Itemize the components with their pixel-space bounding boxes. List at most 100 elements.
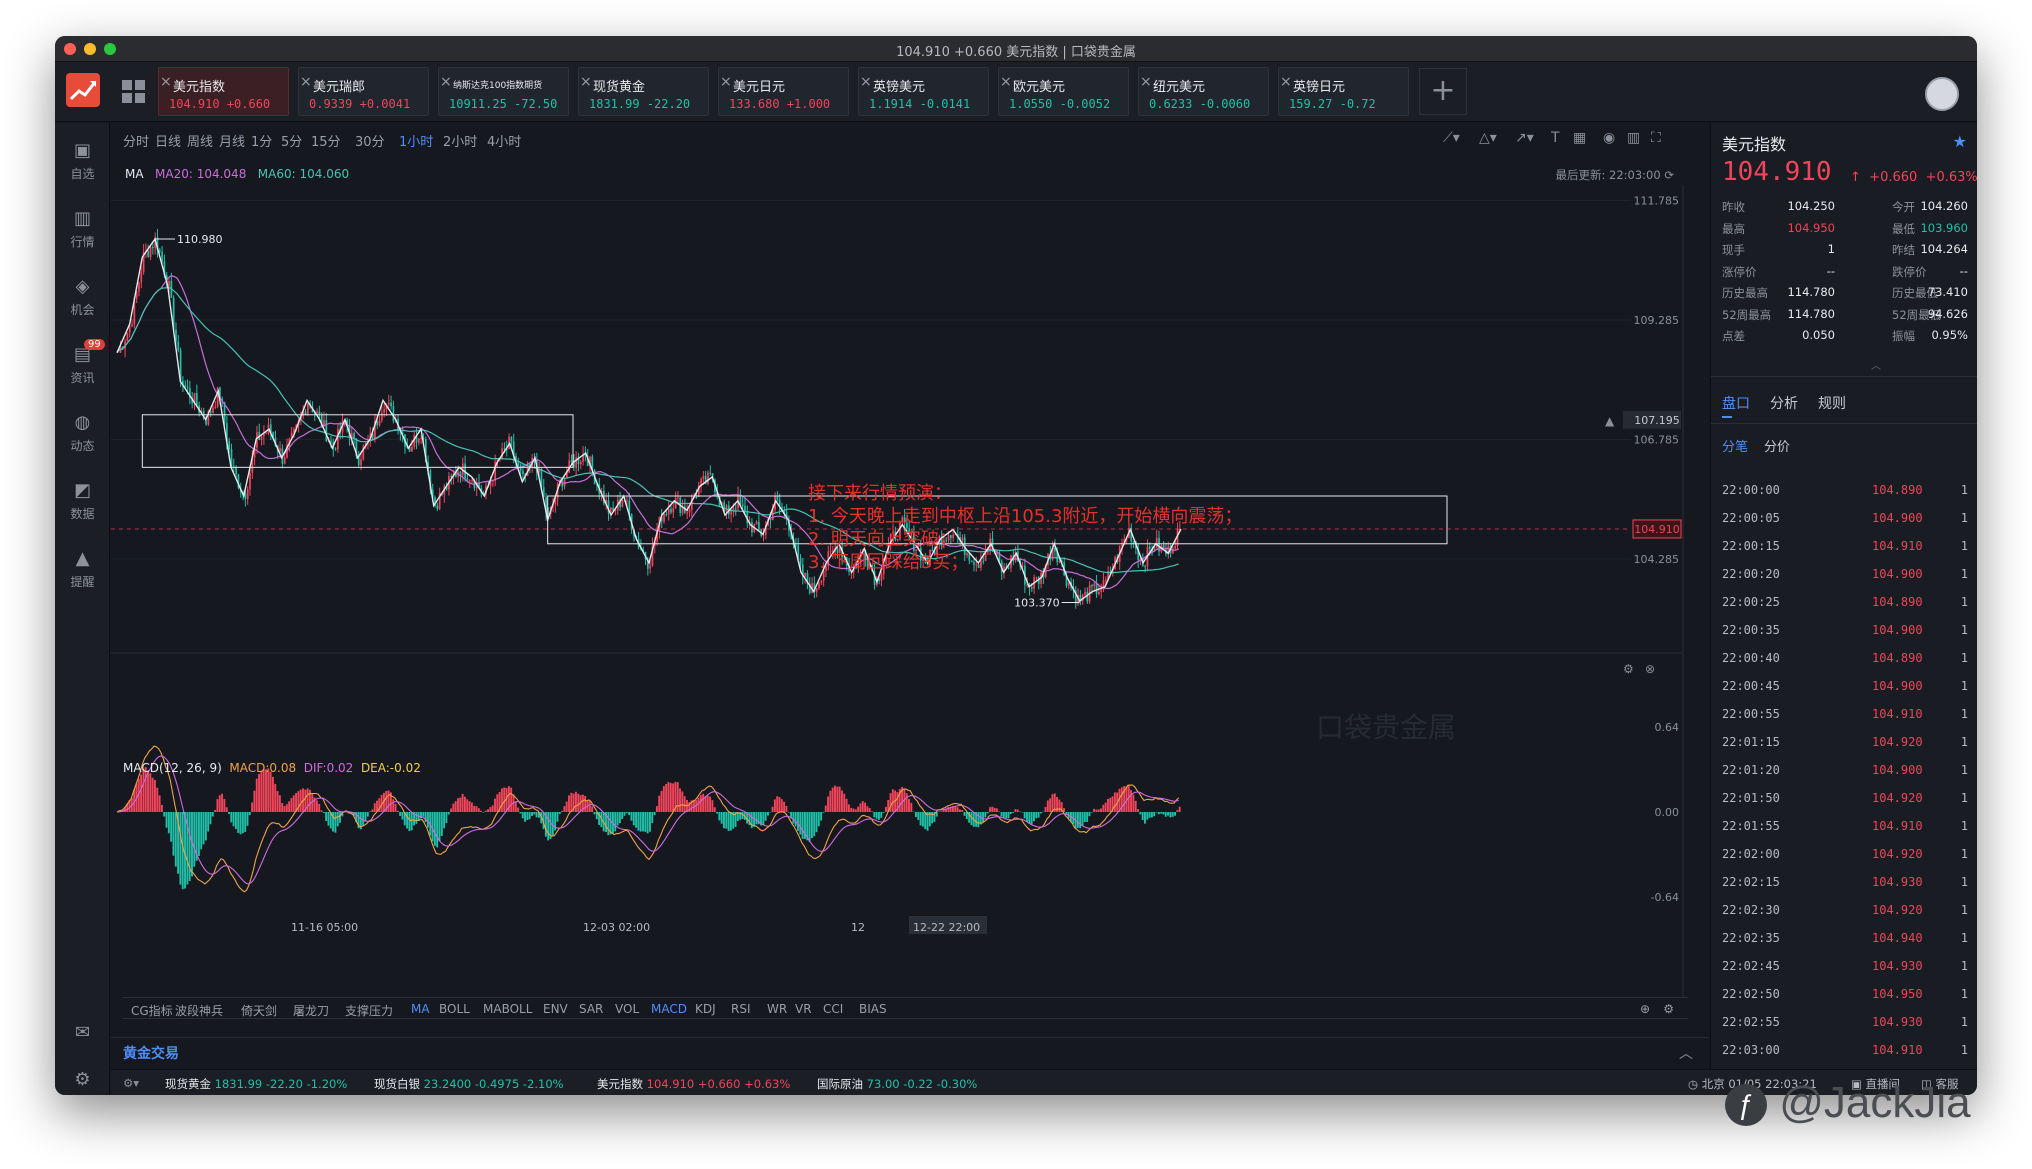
indicator-tab[interactable]: MABOLL bbox=[483, 1002, 532, 1016]
period-tab[interactable]: 1分 bbox=[251, 131, 272, 150]
line-tool-icon[interactable]: ⟋▾ bbox=[1443, 130, 1460, 146]
symbol-tab[interactable]: × 纽元美元 0.6233 -0.0060 bbox=[1138, 67, 1269, 116]
symbol-tab[interactable]: × 英镑日元 159.27 -0.72 bbox=[1278, 67, 1409, 116]
sidebar-item-0[interactable]: ▣ 自选 bbox=[55, 141, 110, 182]
sidebar-label: 提醒 bbox=[70, 575, 95, 589]
tab-quote: 159.27 -0.72 bbox=[1289, 97, 1376, 111]
active-tab-indicator bbox=[1722, 416, 1732, 418]
collapse-icon[interactable]: ︿ bbox=[1679, 1043, 1693, 1063]
close-tab-icon[interactable]: × bbox=[580, 74, 592, 90]
ticker-item[interactable]: 国际原油 73.00 -0.22 -0.30% bbox=[817, 1076, 977, 1092]
symbol-tab[interactable]: × 英镑美元 1.1914 -0.0141 bbox=[858, 67, 989, 116]
period-tab[interactable]: 日线 bbox=[155, 131, 181, 150]
symbol-tab[interactable]: × 美元瑞郎 0.9339 +0.0041 bbox=[298, 67, 429, 116]
indicator-tab[interactable]: BIAS bbox=[859, 1002, 887, 1016]
sidebar-item-4[interactable]: ◍ 动态 bbox=[55, 413, 110, 454]
period-tab[interactable]: 2小时 bbox=[443, 131, 477, 150]
close-tab-icon[interactable]: × bbox=[160, 74, 172, 90]
gold-trade-bar[interactable]: 黄金交易 ︿ bbox=[111, 1037, 1709, 1063]
sidebar-item-3[interactable]: ▤ 资讯 99 bbox=[55, 339, 110, 386]
macd-bar bbox=[517, 807, 520, 812]
close-tab-icon[interactable]: × bbox=[1140, 74, 1152, 90]
close-tab-icon[interactable]: × bbox=[300, 74, 312, 90]
sidebar-item-1[interactable]: ▥ 行情 bbox=[55, 209, 110, 250]
gold-trade-label[interactable]: 黄金交易 bbox=[123, 1043, 179, 1063]
refresh-icon[interactable]: ⟳ bbox=[1664, 168, 1674, 182]
macd-close-icon[interactable]: ⊗ bbox=[1645, 662, 1655, 676]
favorite-star-icon[interactable]: ★ bbox=[1953, 132, 1967, 151]
close-tab-icon[interactable]: × bbox=[860, 74, 872, 90]
quote-tab[interactable]: 分析 bbox=[1770, 393, 1798, 413]
macd-bar bbox=[665, 783, 668, 812]
grid-menu-icon[interactable] bbox=[122, 80, 146, 104]
quote-tab[interactable]: 规则 bbox=[1818, 393, 1846, 413]
ticker-item[interactable]: 现货黄金 1831.99 -22.20 -1.20% bbox=[165, 1076, 347, 1092]
close-tab-icon[interactable]: × bbox=[1000, 74, 1012, 90]
quote-tab[interactable]: 盘口 bbox=[1722, 393, 1750, 413]
indicator-settings-icon[interactable]: ⚙ bbox=[1663, 1002, 1674, 1016]
period-tab[interactable]: 周线 bbox=[187, 131, 213, 150]
indicator-tab[interactable]: CCI bbox=[823, 1002, 843, 1016]
add-tab-button[interactable]: + bbox=[1419, 68, 1467, 115]
indicator-tab[interactable]: MACD bbox=[651, 1002, 687, 1016]
period-tab[interactable]: 30分 bbox=[355, 131, 385, 150]
period-tab[interactable]: 15分 bbox=[311, 131, 341, 150]
indicator-tab[interactable]: KDJ bbox=[695, 1002, 716, 1016]
fullscreen-icon[interactable]: ⛶ bbox=[1651, 130, 1661, 146]
period-tab[interactable]: 月线 bbox=[219, 131, 245, 150]
sidebar-item-2[interactable]: ◈ 机会 bbox=[55, 277, 110, 318]
indicator-tab[interactable]: SAR bbox=[579, 1002, 603, 1016]
period-tab[interactable]: 分时 bbox=[123, 131, 149, 150]
indicator-tab[interactable]: CG指标 bbox=[131, 1002, 173, 1019]
indicator-tab[interactable]: 支撑压力 bbox=[345, 1002, 393, 1019]
add-indicator-icon[interactable]: ⊕ bbox=[1640, 1002, 1650, 1016]
indicator-tab[interactable]: VOL bbox=[615, 1002, 639, 1016]
tick-subtab[interactable]: 分笔 bbox=[1722, 436, 1748, 455]
sidebar-item-5[interactable]: ◩ 数据 bbox=[55, 481, 110, 522]
indicator-tab[interactable]: WR bbox=[767, 1002, 787, 1016]
indicator-tab[interactable]: ENV bbox=[543, 1002, 568, 1016]
sidebar-item-6[interactable]: ▲ 提醒 bbox=[55, 549, 110, 590]
symbol-tab[interactable]: × 美元指数 104.910 +0.660 bbox=[158, 67, 289, 116]
mail-icon[interactable]: ✉ bbox=[55, 1023, 110, 1047]
period-tab[interactable]: 4小时 bbox=[487, 131, 521, 150]
indicator-tab[interactable]: MA bbox=[411, 1002, 430, 1016]
tab-name: 英镑美元 bbox=[873, 80, 926, 95]
symbol-tab[interactable]: × 美元日元 133.680 +1.000 bbox=[718, 67, 849, 116]
close-tab-icon[interactable]: × bbox=[720, 74, 732, 90]
arrow-tool-icon[interactable]: ↗▾ bbox=[1515, 130, 1534, 146]
text-tool-icon[interactable]: T bbox=[1551, 130, 1560, 146]
settings-icon[interactable]: ⚙ bbox=[55, 1070, 110, 1094]
symbol-tab[interactable]: × 欧元美元 1.0550 -0.0052 bbox=[998, 67, 1129, 116]
symbol-tab[interactable]: × 现货黄金 1831.99 -22.20 bbox=[578, 67, 709, 116]
measure-tool-icon[interactable]: ▦ bbox=[1573, 130, 1586, 146]
ticker-item[interactable]: 美元指数 104.910 +0.660 +0.63% bbox=[597, 1076, 790, 1092]
shape-tool-icon[interactable]: △▾ bbox=[1479, 130, 1497, 146]
user-avatar[interactable] bbox=[1925, 77, 1959, 111]
indicator-tab[interactable]: BOLL bbox=[439, 1002, 470, 1016]
kline-chart[interactable]: 111.785 109.285 106.785 104.285 110.980 103.3… bbox=[111, 185, 1709, 997]
macd-bar bbox=[1009, 812, 1012, 815]
period-tab[interactable]: 1小时 bbox=[399, 131, 433, 150]
indicator-tab[interactable]: 波段神兵 bbox=[175, 1002, 223, 1019]
indicator-tab[interactable]: VR bbox=[795, 1002, 812, 1016]
expand-icon[interactable]: ︿ bbox=[1871, 357, 1881, 372]
indicator-tab[interactable]: RSI bbox=[731, 1002, 751, 1016]
tick-row: 22:01:55 104.910 1 bbox=[1722, 819, 1968, 839]
indicator-tab[interactable]: 屠龙刀 bbox=[293, 1002, 329, 1019]
period-tab[interactable]: 5分 bbox=[281, 131, 302, 150]
eye-icon[interactable]: ◉ bbox=[1603, 130, 1615, 146]
ticker-settings-icon[interactable]: ⚙▾ bbox=[123, 1076, 139, 1090]
trash-icon[interactable]: ▥ bbox=[1627, 130, 1640, 146]
tick-subtab[interactable]: 分价 bbox=[1764, 436, 1790, 455]
macd-bar bbox=[334, 812, 337, 833]
macd-bar bbox=[514, 801, 517, 812]
alert-bell-icon[interactable]: ▲ bbox=[1605, 414, 1615, 428]
indicator-tab[interactable]: 倚天剑 bbox=[241, 1002, 277, 1019]
macd-settings-icon[interactable]: ⚙ bbox=[1623, 662, 1634, 676]
ticker-item[interactable]: 现货白银 23.2400 -0.4975 -2.10% bbox=[374, 1076, 564, 1092]
close-tab-icon[interactable]: × bbox=[1280, 74, 1292, 90]
divider bbox=[1711, 376, 1977, 377]
symbol-tab[interactable]: × 纳斯达克100指数期货 10911.25 -72.50 bbox=[438, 67, 569, 116]
close-tab-icon[interactable]: × bbox=[440, 74, 452, 90]
